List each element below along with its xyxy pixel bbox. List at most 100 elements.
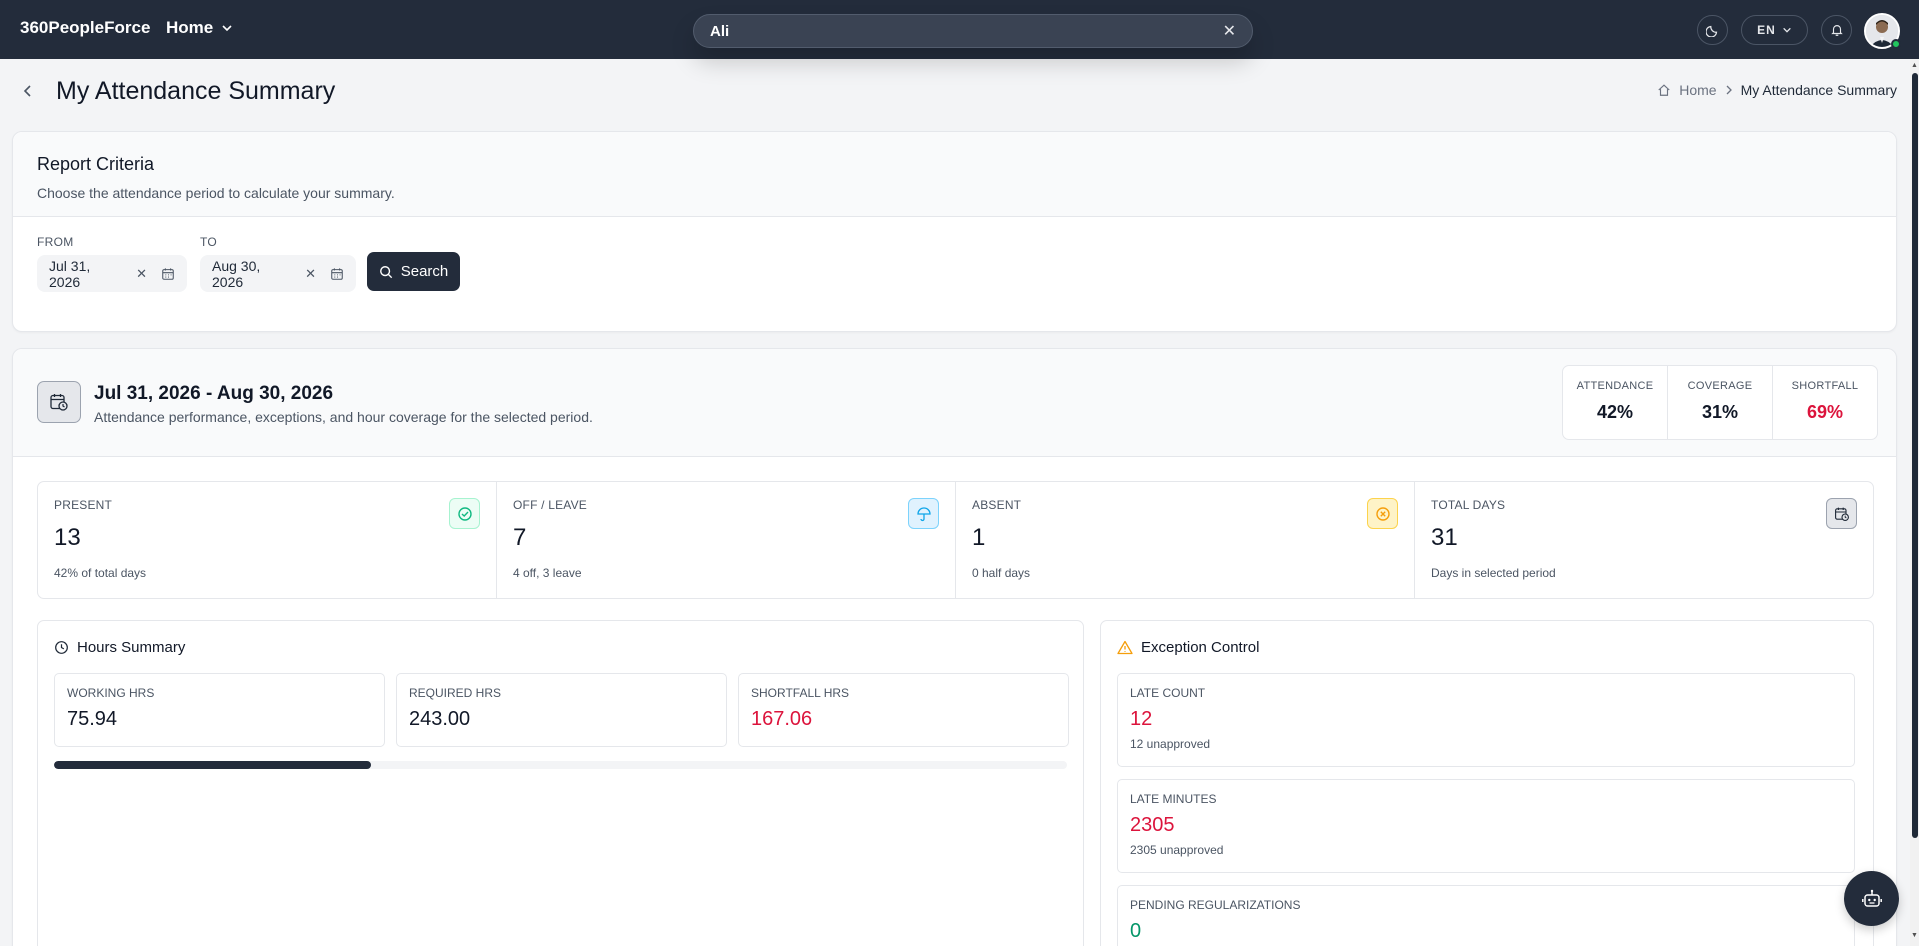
- stat-cards: PRESENT 13 42% of total days OFF / LEAVE…: [37, 481, 1874, 599]
- search-button-label: Search: [400, 263, 449, 280]
- clear-to-date-icon[interactable]: ✕: [305, 266, 316, 282]
- home-menu-label: Home: [166, 18, 214, 37]
- stat-value: 1: [972, 524, 986, 551]
- kpi-label: COVERAGE: [1687, 380, 1753, 392]
- kpi-attendance: ATTENDANCE 42%: [1563, 366, 1668, 439]
- report-criteria-card: Report Criteria Choose the attendance pe…: [12, 131, 1897, 332]
- calendar-icon[interactable]: [161, 267, 175, 281]
- period-title: Jul 31, 2026 - Aug 30, 2026: [94, 383, 334, 404]
- language-label: EN: [1757, 23, 1776, 37]
- hours-label: REQUIRED HRS: [409, 686, 502, 700]
- criteria-header: Report Criteria Choose the attendance pe…: [13, 132, 1896, 217]
- stat-absent: ABSENT 1 0 half days: [956, 482, 1415, 598]
- page-title: My Attendance Summary: [56, 77, 336, 105]
- progress-fill: [54, 761, 371, 769]
- umbrella-icon: [908, 498, 939, 529]
- stat-present: PRESENT 13 42% of total days: [38, 482, 497, 598]
- kpi-label: ATTENDANCE: [1576, 380, 1654, 392]
- scroll-down-arrow-icon[interactable]: ▼: [1911, 932, 1918, 939]
- moon-icon: [1705, 25, 1717, 37]
- stat-label: TOTAL DAYS: [1431, 498, 1506, 512]
- stat-value: 7: [513, 524, 527, 551]
- breadcrumb: Home My Attendance Summary: [1657, 82, 1897, 98]
- kpi-value: 42%: [1596, 402, 1634, 422]
- exception-sub: 12 unapproved: [1130, 737, 1211, 751]
- brand-logo[interactable]: 360PeopleForce: [20, 18, 150, 38]
- scrollbar-thumb[interactable]: [1912, 73, 1918, 838]
- exception-value: 0: [1130, 920, 1142, 942]
- hours-value: 75.94: [67, 708, 118, 730]
- home-icon: [1658, 84, 1670, 96]
- stat-sub: Days in selected period: [1431, 566, 1556, 580]
- theme-toggle-button[interactable]: [1697, 15, 1728, 45]
- from-date-value: Jul 31, 2026: [49, 257, 91, 290]
- robot-icon: [1861, 889, 1882, 907]
- calendar-clock-icon: [37, 381, 81, 423]
- kpi-summary: ATTENDANCE 42% COVERAGE 31% SHORTFALL 69…: [1562, 365, 1878, 440]
- stat-sub: 4 off, 3 leave: [513, 566, 582, 580]
- exception-value: 12: [1130, 708, 1153, 730]
- clear-from-date-icon[interactable]: ✕: [136, 266, 147, 282]
- hours-summary-label: Hours Summary: [77, 639, 186, 656]
- exception-label: PENDING REGULARIZATIONS: [1130, 898, 1301, 912]
- scroll-up-arrow-icon[interactable]: ▲: [1911, 62, 1918, 69]
- calendar-clock-icon: [1826, 498, 1857, 529]
- hours-summary-panel: Hours Summary WORKING HRS 75.94 REQUIRED…: [37, 620, 1084, 946]
- search-icon: [379, 265, 392, 278]
- exception-value: 2305: [1130, 814, 1175, 836]
- late-minutes-box: LATE MINUTES 2305 2305 unapproved: [1117, 779, 1855, 873]
- search-button[interactable]: Search: [367, 252, 460, 291]
- required-hours-box: REQUIRED HRS 243.00: [396, 673, 727, 747]
- home-menu-button[interactable]: Home: [166, 18, 233, 38]
- back-button[interactable]: [20, 80, 36, 102]
- kpi-value: 69%: [1806, 402, 1844, 422]
- summary-header: Jul 31, 2026 - Aug 30, 2026 Attendance p…: [13, 349, 1896, 457]
- search-input[interactable]: [710, 22, 1223, 40]
- hours-label: SHORTFALL HRS: [751, 686, 850, 700]
- kpi-value: 31%: [1701, 402, 1739, 422]
- from-label: FROM: [37, 235, 74, 249]
- exception-label: LATE MINUTES: [1130, 792, 1217, 806]
- clear-search-icon[interactable]: ✕: [1223, 21, 1236, 41]
- breadcrumb-home-link[interactable]: Home: [1679, 82, 1716, 98]
- kpi-shortfall: SHORTFALL 69%: [1773, 366, 1877, 439]
- criteria-subtitle: Choose the attendance period to calculat…: [37, 185, 395, 201]
- late-count-box: LATE COUNT 12 12 unapproved: [1117, 673, 1855, 767]
- hours-value: 167.06: [751, 708, 813, 730]
- from-date-field[interactable]: Jul 31, 2026 ✕: [37, 255, 187, 292]
- period-subtitle: Attendance performance, exceptions, and …: [94, 409, 593, 425]
- assistant-bot-button[interactable]: [1844, 871, 1899, 926]
- chevron-left-icon: [23, 85, 31, 97]
- warning-icon: [1117, 640, 1133, 655]
- check-circle-icon: [449, 498, 480, 529]
- shortfall-hours-box: SHORTFALL HRS 167.06: [738, 673, 1069, 747]
- chevron-down-icon: [1783, 27, 1791, 33]
- hours-value: 243.00: [409, 708, 471, 730]
- exception-label: LATE COUNT: [1130, 686, 1206, 700]
- hours-coverage-progress: [54, 761, 1067, 769]
- attendance-summary-card: Jul 31, 2026 - Aug 30, 2026 Attendance p…: [12, 348, 1897, 946]
- exception-sub: 2305 unapproved: [1130, 843, 1224, 857]
- to-date-field[interactable]: Aug 30, 2026 ✕: [200, 255, 356, 292]
- exception-control-panel: Exception Control LATE COUNT 12 12 unapp…: [1100, 620, 1874, 946]
- stat-total-days: TOTAL DAYS 31 Days in selected period: [1415, 482, 1873, 598]
- stat-label: OFF / LEAVE: [513, 498, 587, 512]
- to-date-value: Aug 30, 2026: [212, 257, 261, 290]
- criteria-title: Report Criteria: [37, 154, 155, 174]
- chevron-right-icon: [1726, 85, 1732, 95]
- stat-sub: 42% of total days: [54, 566, 147, 580]
- global-search-bar: ✕: [693, 14, 1253, 48]
- hours-summary-title: Hours Summary: [54, 639, 185, 656]
- kpi-coverage: COVERAGE 31%: [1668, 366, 1773, 439]
- stat-label: PRESENT: [54, 498, 113, 512]
- exception-control-label: Exception Control: [1141, 639, 1260, 656]
- calendar-icon[interactable]: [330, 267, 344, 281]
- to-label: TO: [200, 235, 218, 249]
- pending-regularizations-box: PENDING REGULARIZATIONS 0: [1117, 885, 1855, 946]
- clock-icon: [55, 641, 68, 654]
- language-selector[interactable]: EN: [1741, 15, 1808, 45]
- breadcrumb-current: My Attendance Summary: [1740, 82, 1897, 98]
- stat-off-leave: OFF / LEAVE 7 4 off, 3 leave: [497, 482, 956, 598]
- notifications-button[interactable]: [1821, 15, 1852, 45]
- chevron-down-icon: [222, 25, 232, 32]
